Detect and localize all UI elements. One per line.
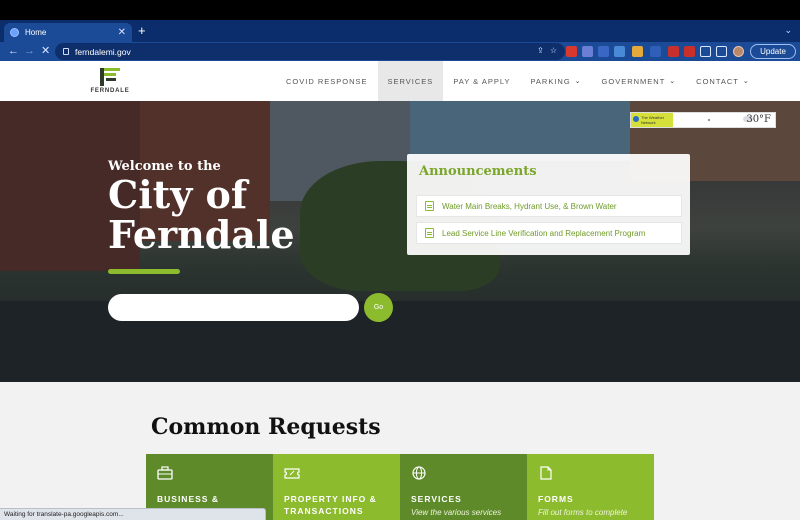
document-icon [425, 228, 434, 238]
nav-parking[interactable]: PARKING ⌄ [520, 61, 591, 101]
extension-icon-3[interactable] [598, 46, 609, 57]
extensions-puzzle-icon[interactable] [700, 46, 711, 57]
tab-bar: Home ✕ [0, 20, 800, 42]
nav-contact[interactable]: CONTACT ⌄ [686, 61, 760, 101]
card-property-info[interactable]: PROPERTY INFO & TRANSACTIONS [273, 454, 400, 520]
nav-pay-apply[interactable]: PAY & APPLY [443, 61, 520, 101]
card-title: PROPERTY INFO & TRANSACTIONS [284, 494, 377, 516]
tab-close-icon[interactable]: ✕ [118, 27, 126, 38]
nav-services[interactable]: SERVICES [377, 61, 444, 101]
announcements-title: Announcements [419, 164, 537, 179]
nav-covid-response[interactable]: COVID RESPONSE [276, 61, 378, 101]
site-favicon-icon [10, 28, 19, 37]
extension-icon-7[interactable] [668, 46, 679, 57]
update-button[interactable]: Update [750, 44, 796, 59]
main-nav: COVID RESPONSE SERVICES PAY & APPLY PARK… [276, 61, 760, 101]
extension-icon-2[interactable] [582, 46, 593, 57]
share-icon[interactable]: ⇪ [537, 46, 544, 55]
card-forms[interactable]: FORMS Fill out forms to complete [527, 454, 654, 520]
document-icon [540, 466, 552, 480]
new-tab-button[interactable]: + [138, 24, 146, 38]
tab-search-icon[interactable]: ⌄ [784, 25, 792, 36]
announcement-item[interactable]: Lead Service Line Verification and Repla… [416, 222, 682, 244]
ferndale-logo-mark-icon [100, 68, 120, 86]
site-header: FERNDALE COVID RESPONSE SERVICES PAY & A… [0, 61, 800, 101]
nav-label: COVID RESPONSE [286, 76, 368, 86]
chevron-down-icon: ⌄ [574, 78, 582, 85]
stop-loading-button[interactable]: ✕ [41, 44, 50, 58]
common-requests-title: Common Requests [151, 414, 381, 440]
ferndale-logo[interactable]: FERNDALE [86, 67, 134, 97]
os-top-strip [0, 0, 800, 20]
lock-icon [63, 48, 69, 55]
ticket-icon [284, 468, 300, 479]
extension-icon-5[interactable] [632, 46, 643, 57]
weather-separator [708, 119, 710, 121]
nav-label: GOVERNMENT [601, 76, 666, 86]
weather-temperature: 30°F [746, 114, 771, 125]
weather-network-logo: The Weather Network [631, 113, 673, 127]
site-search-input[interactable] [108, 294, 359, 321]
hero-city-title: City of Ferndale [108, 175, 295, 255]
nav-label: PAY & APPLY [453, 76, 511, 86]
hero-accent-bar [108, 269, 180, 274]
tab-title: Home [25, 28, 47, 37]
globe-icon [412, 466, 426, 480]
briefcase-icon [157, 466, 173, 480]
browser-status-bar: Waiting for translate-pa.googleapis.com.… [0, 508, 266, 520]
common-requests-section: Common Requests BUSINESS & DEVELOPMENT P… [0, 382, 800, 520]
card-description: View the various services [411, 508, 502, 517]
nav-label: PARKING [530, 76, 571, 86]
announcement-item[interactable]: Water Main Breaks, Hydrant Use, & Brown … [416, 195, 682, 217]
chevron-down-icon: ⌄ [669, 78, 677, 85]
back-button[interactable]: ← [8, 44, 19, 58]
hero-city-line1: City of [108, 172, 248, 217]
hero-section: The Weather Network 30°F Welcome to the … [0, 101, 800, 382]
weather-widget[interactable]: The Weather Network 30°F [630, 112, 776, 128]
nav-label: CONTACT [696, 76, 739, 86]
hero-city-line2: Ferndale [108, 212, 295, 257]
url-text: ferndalemi.gov [75, 46, 131, 57]
card-title: SERVICES [411, 494, 462, 504]
tab-home[interactable]: Home ✕ [4, 23, 132, 42]
announcements-panel: Announcements Water Main Breaks, Hydrant… [407, 154, 690, 255]
search-go-button[interactable]: Go [364, 293, 393, 322]
toolbar: ← → ✕ ferndalemi.gov ⇪ ☆ Update [0, 42, 800, 61]
bookmark-star-icon[interactable]: ☆ [550, 46, 557, 55]
logo-wordmark: FERNDALE [90, 88, 130, 94]
extension-icon-1[interactable] [566, 46, 577, 57]
card-title: FORMS [538, 494, 574, 504]
extension-icon-4[interactable] [614, 46, 625, 57]
announcement-link: Lead Service Line Verification and Repla… [442, 228, 646, 238]
forward-button[interactable]: → [24, 44, 35, 58]
browser-window: Home ✕ + ⌄ ← → ✕ ferndalemi.gov ⇪ ☆ Upda… [0, 0, 800, 520]
announcement-link: Water Main Breaks, Hydrant Use, & Brown … [442, 201, 617, 211]
side-panel-icon[interactable] [716, 46, 727, 57]
profile-avatar[interactable] [733, 46, 744, 57]
chevron-down-icon: ⌄ [742, 78, 750, 85]
extension-icon-6[interactable] [650, 46, 661, 57]
nav-government[interactable]: GOVERNMENT ⌄ [592, 61, 687, 101]
document-icon [425, 201, 434, 211]
address-bar[interactable]: ferndalemi.gov ⇪ ☆ [55, 43, 565, 60]
card-services[interactable]: SERVICES View the various services [400, 454, 527, 520]
extension-icon-8[interactable] [684, 46, 695, 57]
card-description: Fill out forms to complete [538, 508, 628, 517]
nav-label: SERVICES [387, 76, 434, 86]
